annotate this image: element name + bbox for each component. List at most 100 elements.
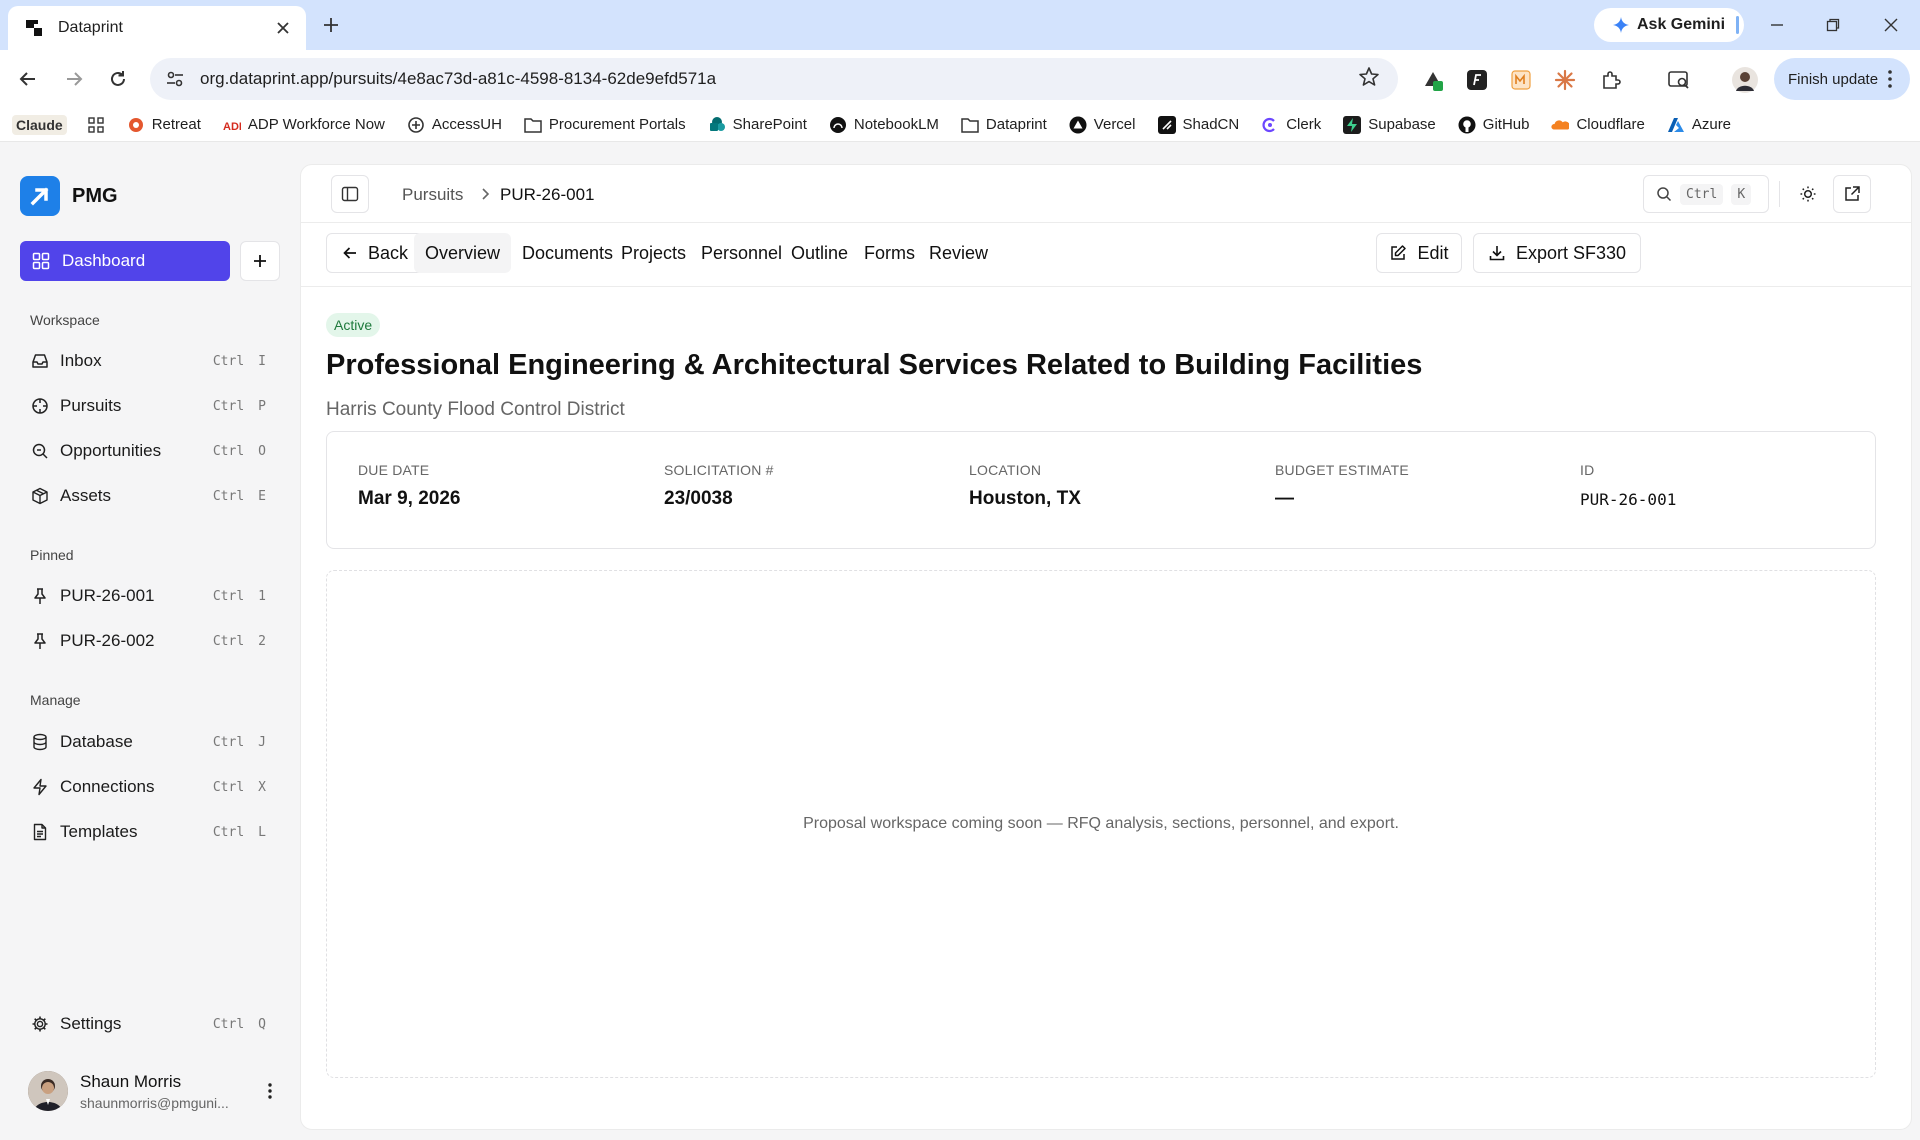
restore-icon[interactable]: [1820, 12, 1846, 38]
tab-documents[interactable]: Documents: [511, 233, 624, 273]
app-shell: PMG Dashboard Workspace Inbox Ctrl I Purs…: [0, 142, 1920, 1140]
extension-icon-3[interactable]: [1508, 67, 1534, 93]
sidebar-item-connections[interactable]: Connections Ctrl X: [20, 767, 280, 807]
tab-review[interactable]: Review: [918, 233, 999, 273]
edit-button[interactable]: Edit: [1376, 233, 1462, 273]
dashboard-button[interactable]: Dashboard: [20, 241, 230, 281]
sidebar-item-pursuits[interactable]: Pursuits Ctrl P: [20, 386, 280, 426]
shortcut-hint: Ctrl L: [212, 824, 266, 840]
dataprint-favicon-icon: [24, 18, 44, 38]
minimize-icon[interactable]: [1764, 12, 1790, 38]
sidebar-toggle-button[interactable]: [331, 175, 369, 213]
bookmark-star-icon[interactable]: [1358, 66, 1384, 92]
detail-location: LOCATION Houston, TX: [969, 462, 1081, 509]
forward-arrow-icon[interactable]: [60, 65, 88, 93]
shortcut-hint: Ctrl Q: [212, 1016, 266, 1032]
command-search-button[interactable]: Ctrl K: [1643, 175, 1769, 213]
tab-forms[interactable]: Forms: [853, 233, 926, 273]
tab-overview[interactable]: Overview: [414, 233, 512, 273]
extension-icon-1[interactable]: [1420, 67, 1446, 93]
pinned-item-pur-26-002[interactable]: PUR-26-002 Ctrl 2: [20, 621, 280, 661]
shortcut-hint: Ctrl I: [212, 353, 266, 369]
bookmark-notebooklm[interactable]: NotebookLM: [829, 116, 939, 134]
export-sf330-button[interactable]: Export SF330: [1473, 233, 1641, 273]
header-bar: Pursuits PUR-26-001 Ctrl K: [301, 165, 1911, 223]
apps-grid-icon[interactable]: [87, 116, 105, 134]
tab-search-icon[interactable]: [1666, 67, 1692, 93]
bookmark-azure[interactable]: Azure: [1667, 116, 1731, 134]
address-bar[interactable]: org.dataprint.app/pursuits/4e8ac73d-a81c…: [150, 58, 1398, 100]
brand[interactable]: PMG: [20, 176, 118, 216]
search-icon: [30, 441, 50, 461]
bookmark-sharepoint[interactable]: SharePoint: [708, 116, 807, 134]
claude-extension-icon[interactable]: [1552, 67, 1578, 93]
bookmark-procurement-portals[interactable]: Procurement Portals: [524, 116, 686, 134]
extension-icon-2[interactable]: [1464, 67, 1490, 93]
open-external-button[interactable]: [1833, 175, 1871, 213]
pmg-logo-icon: [20, 176, 60, 216]
more-vert-icon[interactable]: [260, 1077, 280, 1105]
bookmark-github[interactable]: GitHub: [1458, 116, 1529, 134]
gemini-icon: [1612, 17, 1629, 33]
profile-avatar-icon[interactable]: [1732, 67, 1758, 93]
sun-icon: [1799, 185, 1817, 203]
new-tab-icon[interactable]: [318, 12, 344, 38]
bookmark-supabase[interactable]: Supabase: [1343, 115, 1436, 134]
shortcut-hint: Ctrl 1: [212, 588, 266, 604]
browser-tab[interactable]: Dataprint: [8, 6, 306, 50]
manage-section-label: Manage: [30, 692, 81, 708]
sidebar-item-templates[interactable]: Templates Ctrl L: [20, 812, 280, 852]
file-text-icon: [30, 822, 50, 842]
sidebar-item-assets[interactable]: Assets Ctrl E: [20, 476, 280, 516]
finish-update-button[interactable]: Finish update: [1774, 58, 1910, 100]
extensions-puzzle-icon[interactable]: [1598, 67, 1624, 93]
sidebar-item-database[interactable]: Database Ctrl J: [20, 722, 280, 762]
workspace-message: Proposal workspace coming soon — RFQ ana…: [803, 815, 1399, 832]
tab-outline[interactable]: Outline: [780, 233, 859, 273]
theme-toggle-button[interactable]: [1789, 175, 1827, 213]
tab-personnel[interactable]: Personnel: [690, 233, 793, 273]
site-settings-icon[interactable]: [164, 68, 186, 90]
user-name: Shaun Morris: [80, 1071, 182, 1091]
reload-icon[interactable]: [104, 65, 132, 93]
breadcrumb-pursuits[interactable]: Pursuits: [402, 185, 463, 205]
bookmark-adp[interactable]: ADPADP Workforce Now: [223, 116, 385, 134]
bookmark-retreat[interactable]: Retreat: [127, 116, 201, 134]
bookmark-claude[interactable]: Claude: [12, 114, 67, 135]
add-button[interactable]: [240, 241, 280, 281]
sidebar-item-settings[interactable]: Settings Ctrl Q: [20, 1004, 280, 1044]
workspace-section-label: Workspace: [30, 312, 100, 328]
bookmark-clerk[interactable]: Clerk: [1261, 116, 1321, 134]
bookmark-accessuh[interactable]: AccessUH: [407, 116, 502, 134]
sidebar-item-opportunities[interactable]: Opportunities Ctrl O: [20, 431, 280, 471]
ask-gemini-button[interactable]: Ask Gemini: [1594, 8, 1744, 42]
external-link-icon: [1843, 185, 1861, 203]
bookmark-shadcn[interactable]: ShadCN: [1157, 115, 1239, 134]
tab-projects[interactable]: Projects: [610, 233, 697, 273]
close-window-icon[interactable]: [1878, 12, 1904, 38]
back-label: Back: [367, 242, 409, 263]
main-panel: Pursuits PUR-26-001 Ctrl K Back Overview: [300, 164, 1912, 1130]
gemini-divider: [1736, 16, 1739, 34]
azure-icon: [1667, 116, 1685, 134]
folder-icon: [524, 116, 542, 134]
bookmark-cloudflare[interactable]: Cloudflare: [1551, 116, 1645, 134]
sidebar-item-inbox[interactable]: Inbox Ctrl I: [20, 341, 280, 381]
bookmark-vercel[interactable]: Vercel: [1069, 116, 1136, 134]
gear-icon: [30, 1014, 50, 1034]
tab-close-icon[interactable]: [272, 17, 294, 39]
pinned-section-label: Pinned: [30, 547, 74, 563]
shortcut-hint: Ctrl 2: [212, 633, 266, 649]
github-icon: [1458, 116, 1476, 134]
sidebar: PMG Dashboard Workspace Inbox Ctrl I Purs…: [0, 142, 300, 1140]
search-shortcut-mod: Ctrl: [1680, 183, 1724, 205]
detail-due-date: DUE DATE Mar 9, 2026: [358, 462, 461, 509]
ask-gemini-label: Ask Gemini: [1636, 16, 1726, 33]
back-button[interactable]: Back: [326, 233, 424, 273]
bookmark-dataprint[interactable]: Dataprint: [961, 116, 1047, 134]
detail-budget-estimate: BUDGET ESTIMATE —: [1275, 462, 1409, 509]
pinned-item-pur-26-001[interactable]: PUR-26-001 Ctrl 1: [20, 576, 280, 616]
back-arrow-icon[interactable]: [14, 65, 42, 93]
user-profile[interactable]: Shaun Morris shaunmorris@pmguni...: [28, 1067, 280, 1115]
user-info: Shaun Morris shaunmorris@pmguni...: [80, 1072, 260, 1111]
